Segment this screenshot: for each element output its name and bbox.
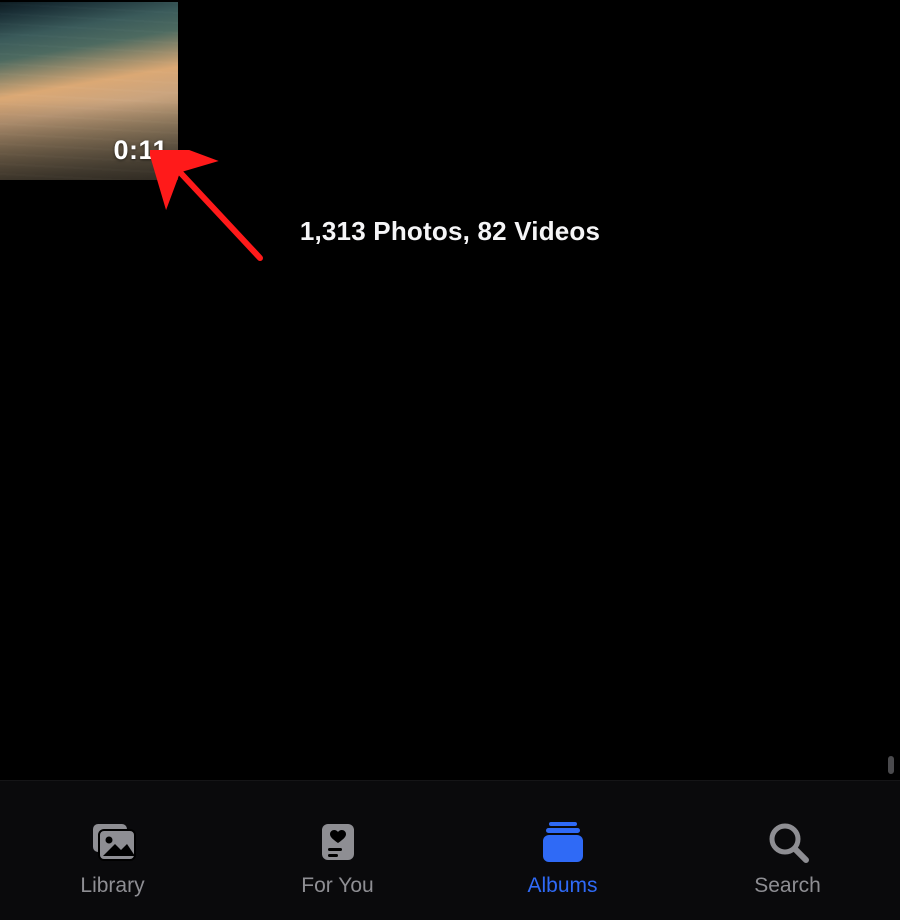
tab-foryou[interactable]: For You: [225, 818, 450, 898]
search-icon: [760, 818, 816, 866]
tab-library[interactable]: Library: [0, 818, 225, 898]
scroll-indicator: [888, 756, 894, 774]
albums-icon: [535, 818, 591, 866]
tab-library-label: Library: [80, 874, 144, 898]
library-icon: [85, 818, 141, 866]
video-thumbnail[interactable]: 0:11: [0, 2, 178, 180]
tab-foryou-label: For You: [301, 874, 373, 898]
tab-albums[interactable]: Albums: [450, 818, 675, 898]
tab-bar: Library For You Albums: [0, 780, 900, 920]
tab-search-label: Search: [754, 874, 821, 898]
tab-albums-label: Albums: [527, 874, 597, 898]
tab-search[interactable]: Search: [675, 818, 900, 898]
foryou-icon: [310, 818, 366, 866]
video-duration-badge: 0:11: [113, 135, 168, 166]
album-summary-count: 1,313 Photos, 82 Videos: [0, 216, 900, 247]
